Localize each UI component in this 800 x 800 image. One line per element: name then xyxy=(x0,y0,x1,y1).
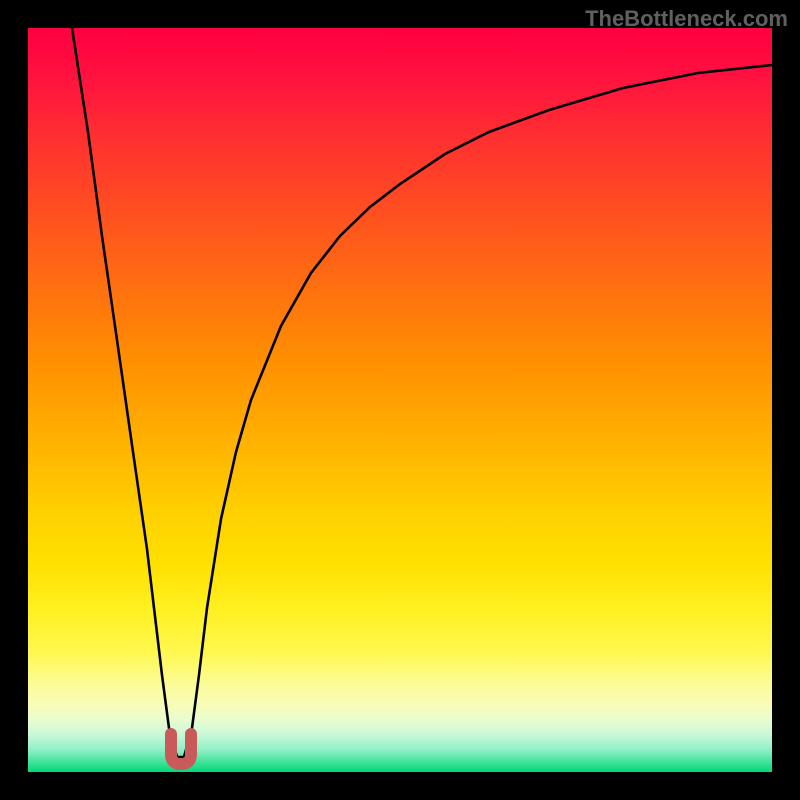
watermark-text: TheBottleneck.com xyxy=(585,6,788,32)
bottleneck-curve xyxy=(72,28,772,757)
plot-area xyxy=(28,28,772,772)
curve-layer xyxy=(28,28,772,772)
chart-frame: TheBottleneck.com xyxy=(0,0,800,800)
minimum-marker-icon xyxy=(171,734,191,764)
